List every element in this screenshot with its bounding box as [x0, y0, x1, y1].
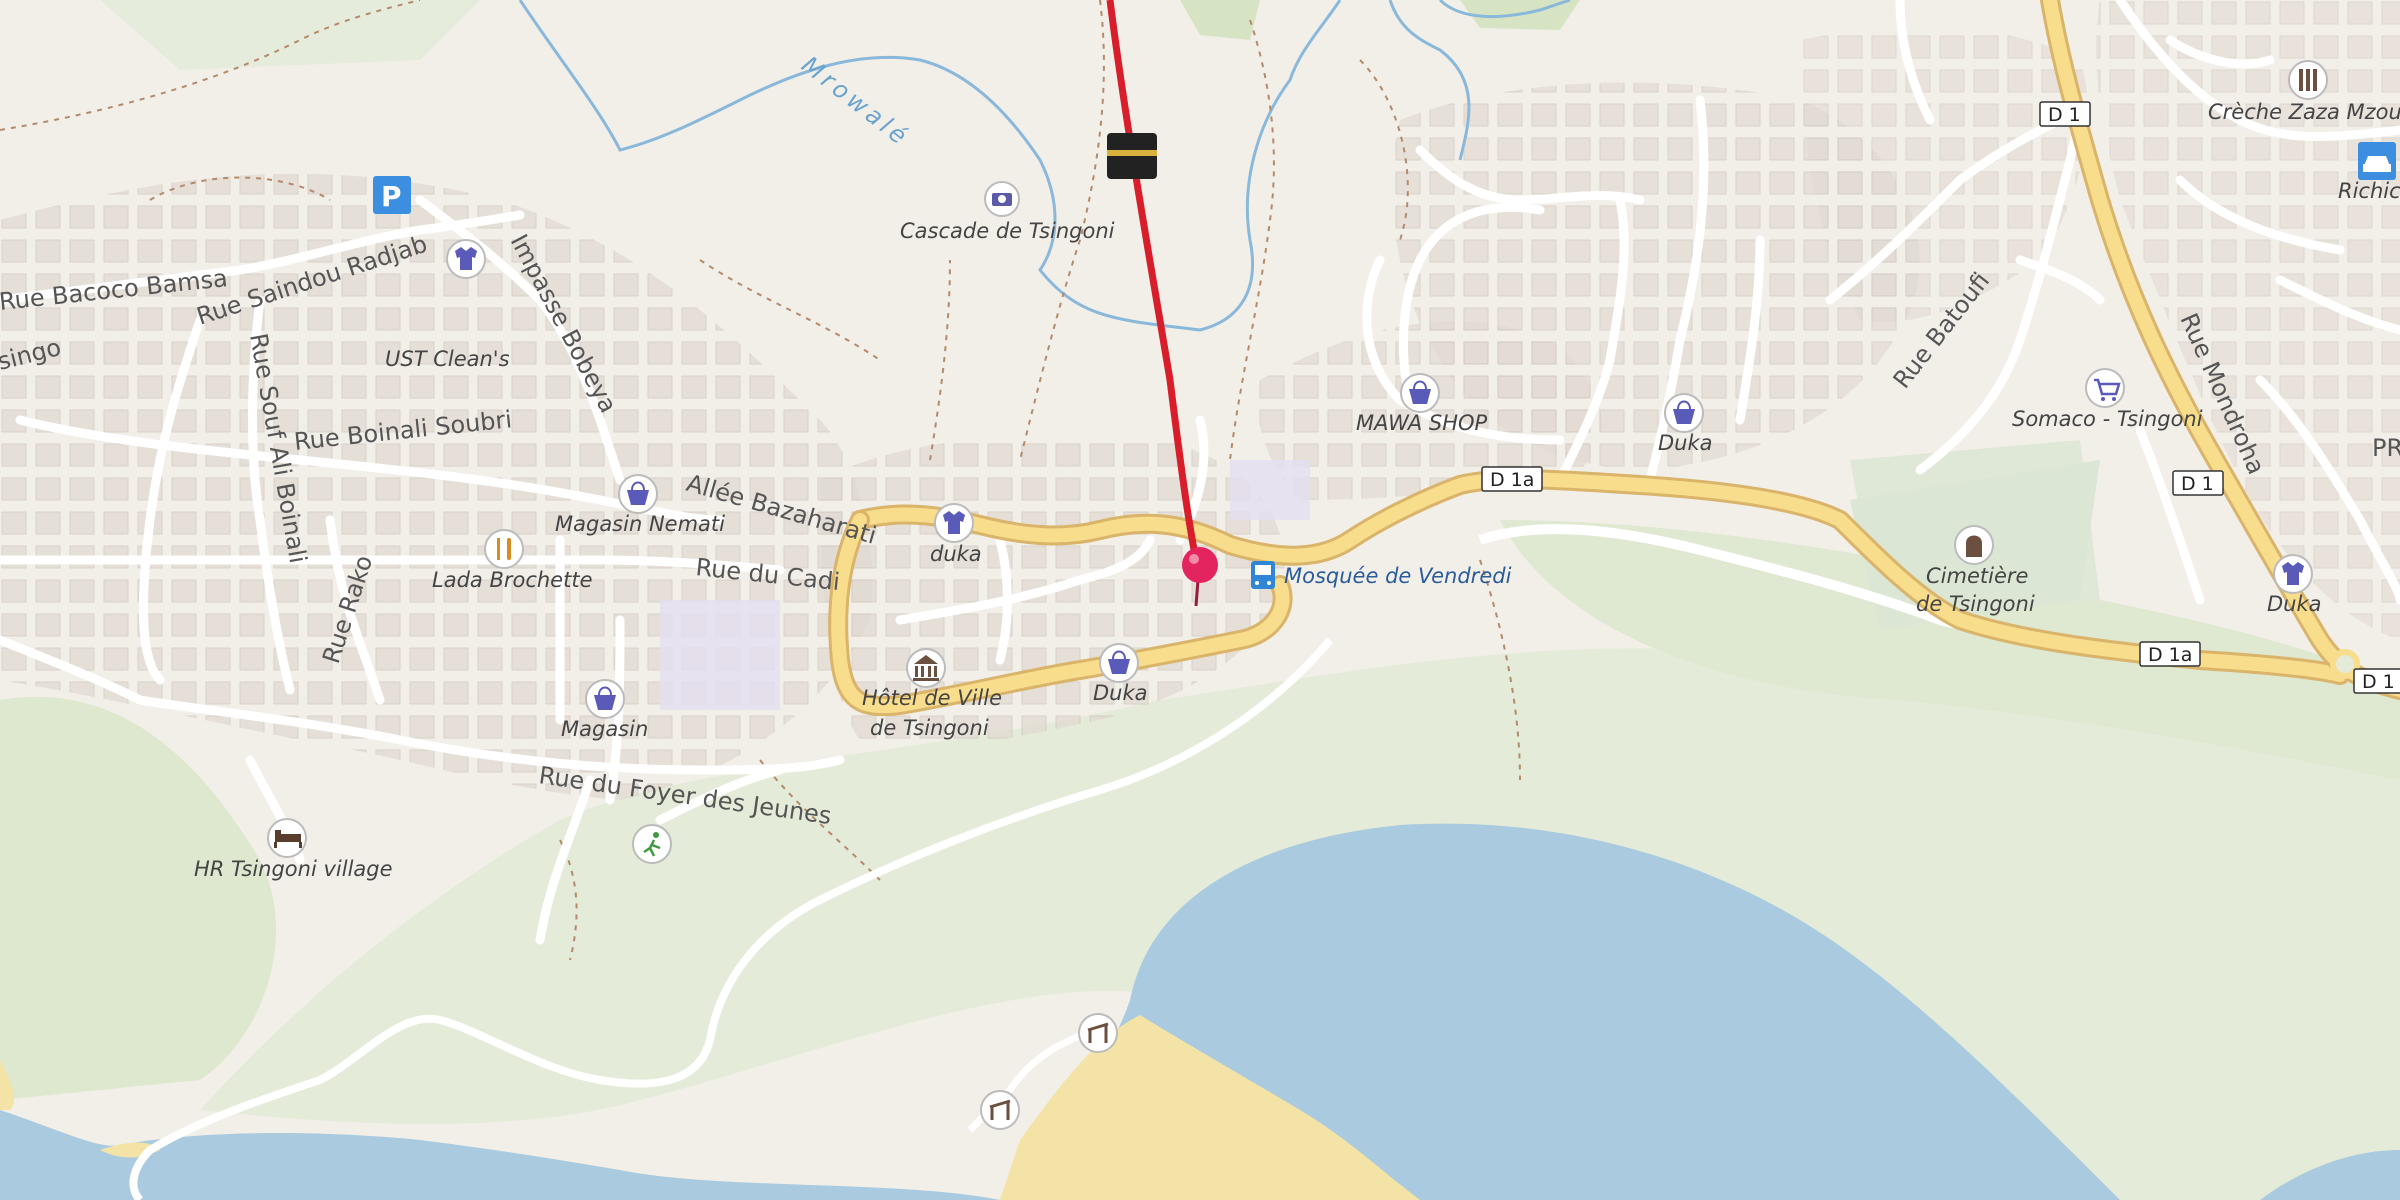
magasin-nemati-label: Magasin Nemati — [555, 512, 725, 536]
duka-center-label: Duka — [1093, 681, 1148, 705]
shelter-icon[interactable] — [980, 1090, 1020, 1130]
shield-d1-mid: D 1 — [2172, 470, 2224, 496]
duka-north-label: Duka — [1658, 431, 1713, 455]
cart-icon[interactable] — [2085, 368, 2125, 408]
duka-east-label: Duka — [2267, 592, 2322, 616]
shield-d1a-right: D 1a — [2139, 641, 2201, 667]
svg-text:D 1: D 1 — [2362, 671, 2395, 693]
creche-label: Crèche Zaza Mzouri — [2208, 100, 2400, 124]
somaco-label: Somaco - Tsingoni — [2012, 407, 2203, 431]
map-canvas[interactable]: Rue Bacoco Bamsa singo Rue Saindou Radja… — [0, 0, 2400, 1200]
map-view[interactable]: Rue Bacoco Bamsa singo Rue Saindou Radja… — [0, 0, 2400, 1200]
shelter-icon[interactable] — [1078, 1013, 1118, 1053]
basket-icon[interactable] — [1664, 393, 1704, 433]
ust-clean-label: UST Clean's — [385, 347, 510, 371]
svg-text:D 1: D 1 — [2048, 104, 2081, 126]
basket-icon[interactable] — [585, 679, 625, 719]
kaaba-icon[interactable] — [1107, 133, 1157, 179]
shirt-icon[interactable] — [2273, 554, 2313, 594]
shirt-icon[interactable] — [446, 239, 486, 279]
mawa-shop-label: MAWA SHOP — [1356, 411, 1488, 435]
cimetiere-label-2: de Tsingoni — [1916, 592, 2035, 616]
duka-shirt-label: duka — [930, 542, 982, 566]
cemetery-icon[interactable] — [1954, 525, 1994, 565]
richicc-label: Richicc — [2338, 179, 2400, 203]
parking-icon[interactable]: P — [373, 176, 411, 214]
hr-village-label: HR Tsingoni village — [194, 857, 393, 881]
townhall-icon[interactable] — [906, 648, 946, 688]
svg-text:D 1a: D 1a — [1490, 469, 1534, 491]
basket-icon[interactable] — [1400, 373, 1440, 413]
shield-d1a-center: D 1a — [1481, 466, 1543, 492]
bus-icon[interactable] — [1251, 561, 1275, 589]
basket-icon[interactable] — [1099, 643, 1139, 683]
car-icon[interactable] — [2358, 142, 2396, 180]
basket-icon[interactable] — [618, 474, 658, 514]
cascade-label: Cascade de Tsingoni — [900, 219, 1115, 243]
bed-icon[interactable] — [267, 818, 307, 858]
svg-text:D 1: D 1 — [2181, 473, 2214, 495]
shield-d1-top: D 1 — [2039, 101, 2091, 127]
mosquee-label: Mosquée de Vendredi — [1284, 564, 1512, 588]
svg-text:D 1a: D 1a — [2148, 644, 2192, 666]
magasin-label: Magasin — [561, 717, 648, 741]
svg-text:P: P — [381, 180, 402, 213]
lada-brochette-label: Lada Brochette — [432, 568, 593, 592]
street-label-pr: PR — [2372, 434, 2400, 462]
camera-icon[interactable] — [984, 181, 1020, 217]
sport-icon[interactable] — [632, 824, 672, 864]
fork-knife-icon[interactable] — [484, 529, 524, 569]
shield-d1-right: D 1 — [2353, 668, 2400, 694]
river-label-mrowale: Mrowalé — [796, 51, 915, 153]
school-icon[interactable] — [2288, 60, 2328, 100]
hotel-de-ville-label-2: de Tsingoni — [870, 716, 989, 740]
hotel-de-ville-label: Hôtel de Ville — [862, 686, 1002, 710]
cimetiere-label: Cimetière — [1926, 564, 2028, 588]
shirt-icon[interactable] — [934, 503, 974, 543]
